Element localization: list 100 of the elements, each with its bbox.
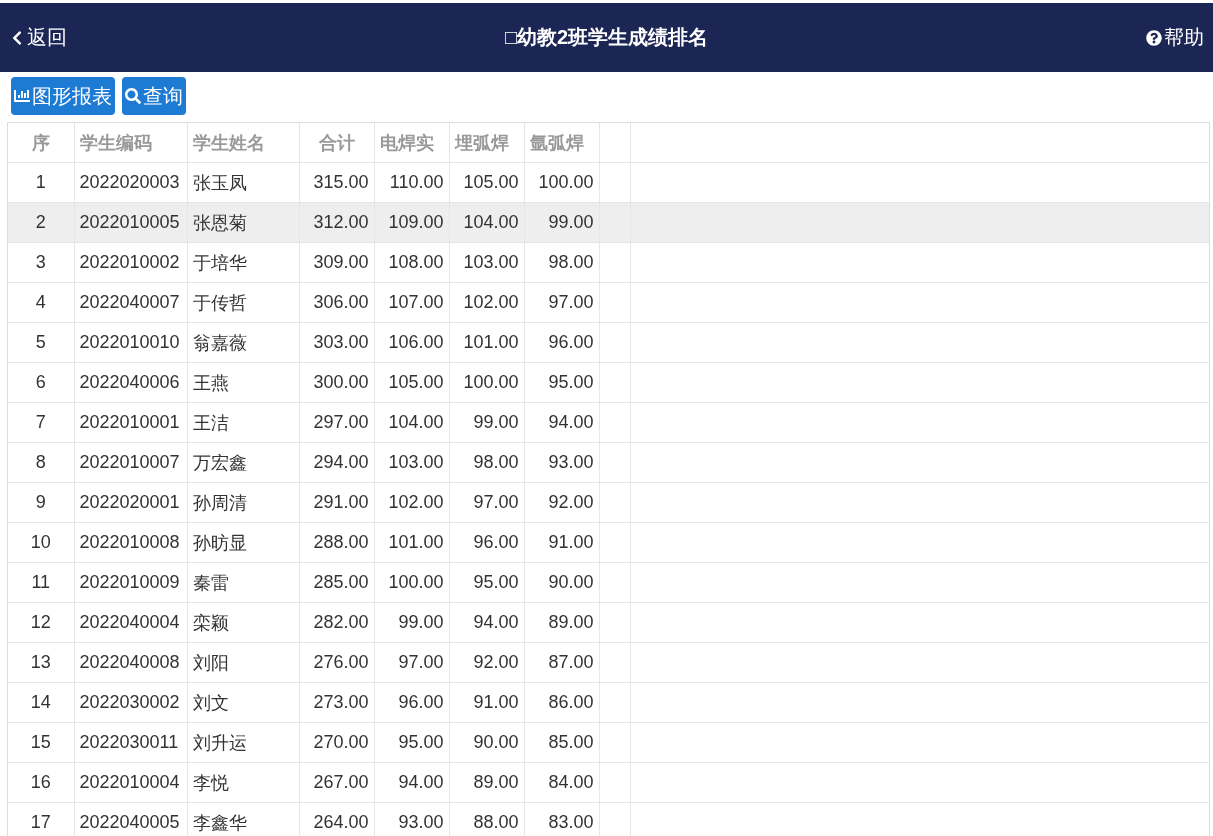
back-link[interactable]: 返回: [9, 24, 67, 51]
table-cell: 92.00: [524, 482, 599, 523]
table-cell: 93.00: [524, 442, 599, 483]
table-cell: 97.00: [449, 482, 524, 523]
help-link[interactable]: 帮助: [1146, 24, 1204, 51]
table-row[interactable]: 4 2022040007 于传哲 306.00 107.00 102.00 97.00: [8, 282, 1209, 323]
table-cell: 2022010008: [74, 522, 187, 563]
table-cell: 13: [8, 642, 74, 683]
table-cell: 294.00: [299, 442, 374, 483]
table-cell: 99.00: [449, 402, 524, 443]
table-cell: 276.00: [299, 642, 374, 683]
table-cell: 92.00: [449, 642, 524, 683]
table-cell: 3: [8, 242, 74, 283]
table-row[interactable]: 9 2022020001 孙周清 291.00 102.00 97.00 92.00: [8, 482, 1209, 523]
table-cell: 267.00: [299, 762, 374, 803]
table-cell: 93.00: [374, 802, 449, 836]
page-title: □幼教2班学生成绩排名: [504, 25, 709, 50]
help-icon: [1146, 29, 1162, 46]
table-row[interactable]: 7 2022010001 王洁 297.00 104.00 99.00 94.00: [8, 402, 1209, 443]
table-cell: 11: [8, 562, 74, 603]
table-cell: 309.00: [299, 242, 374, 283]
table-cell: 101.00: [449, 322, 524, 363]
table-cell: 288.00: [299, 522, 374, 563]
table-row[interactable]: 17 2022040005 李鑫华 264.00 93.00 88.00 83.00: [8, 802, 1209, 836]
table-cell: 于培华: [187, 242, 299, 283]
table-cell: 10: [8, 522, 74, 563]
table-cell: 2022030002: [74, 682, 187, 723]
table-cell: 87.00: [524, 642, 599, 683]
table-row[interactable]: 8 2022010007 万宏鑫 294.00 103.00 98.00 93.00: [8, 442, 1209, 483]
table-cell: 297.00: [299, 402, 374, 443]
bar-chart-icon: [14, 88, 30, 104]
table-cell: 4: [8, 282, 74, 323]
table-cell: 1: [8, 162, 74, 203]
table-cell: 李悦: [187, 762, 299, 803]
table-cell: 于传哲: [187, 282, 299, 323]
table-cell: 2022020001: [74, 482, 187, 523]
table-cell: 94.00: [449, 602, 524, 643]
table-row[interactable]: 3 2022010002 于培华 309.00 108.00 103.00 98.00: [8, 242, 1209, 283]
table-row[interactable]: 2 2022010005 张恩菊 312.00 109.00 104.00 99.00: [8, 202, 1209, 243]
table-cell: 89.00: [449, 762, 524, 803]
table-cell: 100.00: [524, 162, 599, 203]
column-header: 合计: [299, 123, 374, 163]
table-cell: 98.00: [449, 442, 524, 483]
column-header: 学生姓名: [187, 123, 299, 163]
table-cell: 刘升运: [187, 722, 299, 763]
table-cell: 105.00: [449, 162, 524, 203]
table-cell: 12: [8, 602, 74, 643]
table-row[interactable]: 13 2022040008 刘阳 276.00 97.00 92.00 87.00: [8, 642, 1209, 683]
table-cell: 6: [8, 362, 74, 403]
table-cell: 栾颖: [187, 602, 299, 643]
table-cell: 97.00: [374, 642, 449, 683]
chart-report-button[interactable]: 图形报表: [11, 77, 115, 115]
table-cell: 刘文: [187, 682, 299, 723]
query-button[interactable]: 查询: [122, 77, 186, 115]
table-cell: 83.00: [524, 802, 599, 836]
table-cell: 2022040008: [74, 642, 187, 683]
table-cell: 86.00: [524, 682, 599, 723]
table-cell: 91.00: [449, 682, 524, 723]
table-cell: 2022020003: [74, 162, 187, 203]
table-row[interactable]: 11 2022010009 秦雷 285.00 100.00 95.00 90.00: [8, 562, 1209, 603]
column-header: 氩弧焊: [524, 123, 599, 163]
table-cell: 2022040006: [74, 362, 187, 403]
table-cell: 孙周清: [187, 482, 299, 523]
column-header: 序: [8, 123, 74, 163]
table-cell: 285.00: [299, 562, 374, 603]
table-cell: 99.00: [524, 202, 599, 243]
table-cell: 9: [8, 482, 74, 523]
table-cell: 王洁: [187, 402, 299, 443]
table-cell: 2022010009: [74, 562, 187, 603]
table-cell: 16: [8, 762, 74, 803]
table-row[interactable]: 1 2022020003 张玉凤 315.00 110.00 105.00 100.00: [8, 162, 1209, 203]
table-row[interactable]: 6 2022040006 王燕 300.00 105.00 100.00 95.00: [8, 362, 1209, 403]
table-cell: 315.00: [299, 162, 374, 203]
table-row[interactable]: 14 2022030002 刘文 273.00 96.00 91.00 86.00: [8, 682, 1209, 723]
table-cell: 90.00: [524, 562, 599, 603]
column-header: 学生编码: [74, 123, 187, 163]
table-cell: 264.00: [299, 802, 374, 836]
table-cell: 303.00: [299, 322, 374, 363]
table-cell: 103.00: [449, 242, 524, 283]
table-cell: 273.00: [299, 682, 374, 723]
table-cell: 109.00: [374, 202, 449, 243]
table-cell: 5: [8, 322, 74, 363]
back-label: 返回: [27, 25, 67, 50]
table-cell: 105.00: [374, 362, 449, 403]
table-row[interactable]: 10 2022010008 孙昉显 288.00 101.00 96.00 91.00: [8, 522, 1209, 563]
table-row[interactable]: 12 2022040004 栾颖 282.00 99.00 94.00 89.00: [8, 602, 1209, 643]
table-cell: 8: [8, 442, 74, 483]
table-cell: 98.00: [524, 242, 599, 283]
table-cell: 96.00: [374, 682, 449, 723]
table-cell: 102.00: [449, 282, 524, 323]
table-row[interactable]: 16 2022010004 李悦 267.00 94.00 89.00 84.00: [8, 762, 1209, 803]
table-cell: 85.00: [524, 722, 599, 763]
table-row[interactable]: 5 2022010010 翁嘉薇 303.00 106.00 101.00 96.00: [8, 322, 1209, 363]
table-row[interactable]: 15 2022030011 刘升运 270.00 95.00 90.00 85.00: [8, 722, 1209, 763]
table-cell: 2022040007: [74, 282, 187, 323]
table-cell: 104.00: [449, 202, 524, 243]
table-cell: 张恩菊: [187, 202, 299, 243]
table-cell: 2022040005: [74, 802, 187, 836]
table-cell: 96.00: [524, 322, 599, 363]
table-cell: 2022010004: [74, 762, 187, 803]
